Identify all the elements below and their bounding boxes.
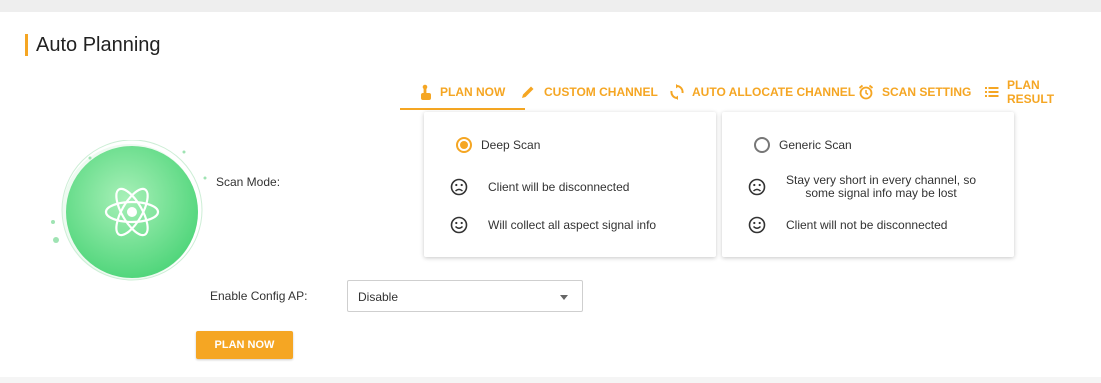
bottom-bar bbox=[0, 377, 1101, 383]
select-value: Disable bbox=[358, 290, 399, 304]
tab-bar: PLAN NOW CUSTOM CHANNEL AUTO ALLOCATE CH… bbox=[400, 74, 1090, 110]
generic-scan-card[interactable]: Generic Scan Stay very short in every ch… bbox=[722, 112, 1014, 257]
scan-illustration bbox=[50, 139, 210, 300]
pencil-icon bbox=[522, 86, 534, 98]
plan-now-button[interactable]: PLAN NOW bbox=[196, 331, 293, 359]
happy-face-icon bbox=[748, 216, 766, 234]
tab-label: CUSTOM CHANNEL bbox=[544, 85, 658, 99]
deep-scan-option[interactable]: Deep Scan bbox=[456, 137, 540, 153]
tab-custom-channel[interactable]: CUSTOM CHANNEL bbox=[520, 74, 658, 110]
tab-label: PLAN NOW bbox=[440, 85, 506, 99]
tab-plan-result[interactable]: PLAN RESULT bbox=[985, 74, 1090, 110]
deep-scan-drawback: Client will be disconnected bbox=[450, 178, 629, 196]
deep-scan-label: Deep Scan bbox=[481, 138, 541, 152]
list-icon bbox=[985, 87, 999, 97]
happy-face-icon bbox=[450, 216, 468, 234]
enable-config-ap-label: Enable Config AP: bbox=[210, 289, 308, 303]
generic-scan-option[interactable]: Generic Scan bbox=[754, 137, 852, 153]
generic-scan-radio[interactable] bbox=[754, 137, 770, 153]
chevron-down-icon bbox=[560, 295, 568, 300]
scan-mode-label: Scan Mode: bbox=[216, 175, 281, 189]
page-title: Auto Planning bbox=[25, 33, 161, 57]
deep-scan-radio[interactable] bbox=[456, 137, 472, 153]
top-bar bbox=[0, 0, 1101, 12]
enable-config-ap-select[interactable]: Disable bbox=[347, 280, 583, 312]
title-accent-bar bbox=[25, 34, 28, 56]
alarm-clock-icon bbox=[858, 84, 874, 100]
atom-icon bbox=[51, 139, 207, 281]
deep-scan-card[interactable]: Deep Scan Client will be disconnected Wi… bbox=[424, 112, 716, 257]
tab-label: SCAN SETTING bbox=[882, 85, 972, 99]
tab-scan-setting[interactable]: SCAN SETTING bbox=[858, 74, 971, 110]
tab-label: PLAN RESULT bbox=[1006, 78, 1055, 106]
generic-scan-label: Generic Scan bbox=[779, 138, 852, 152]
generic-scan-drawback: Stay very short in every channel, so som… bbox=[748, 174, 976, 200]
deep-scan-benefit: Will collect all aspect signal info bbox=[450, 216, 656, 234]
sync-icon bbox=[670, 84, 684, 100]
generic-scan-drawback-line2: some signal info may be lost bbox=[805, 186, 957, 200]
hand-pointer-icon bbox=[421, 84, 431, 100]
tab-label: AUTO ALLOCATE CHANNEL bbox=[692, 85, 856, 99]
page-title-text: Auto Planning bbox=[36, 33, 161, 56]
sad-face-icon bbox=[748, 178, 766, 196]
active-tab-indicator bbox=[400, 108, 526, 110]
sad-face-icon bbox=[450, 178, 468, 196]
tab-plan-now[interactable]: PLAN NOW bbox=[400, 74, 526, 110]
tab-auto-allocate-channel[interactable]: AUTO ALLOCATE CHANNEL bbox=[670, 74, 855, 110]
generic-scan-benefit: Client will not be disconnected bbox=[748, 216, 947, 234]
